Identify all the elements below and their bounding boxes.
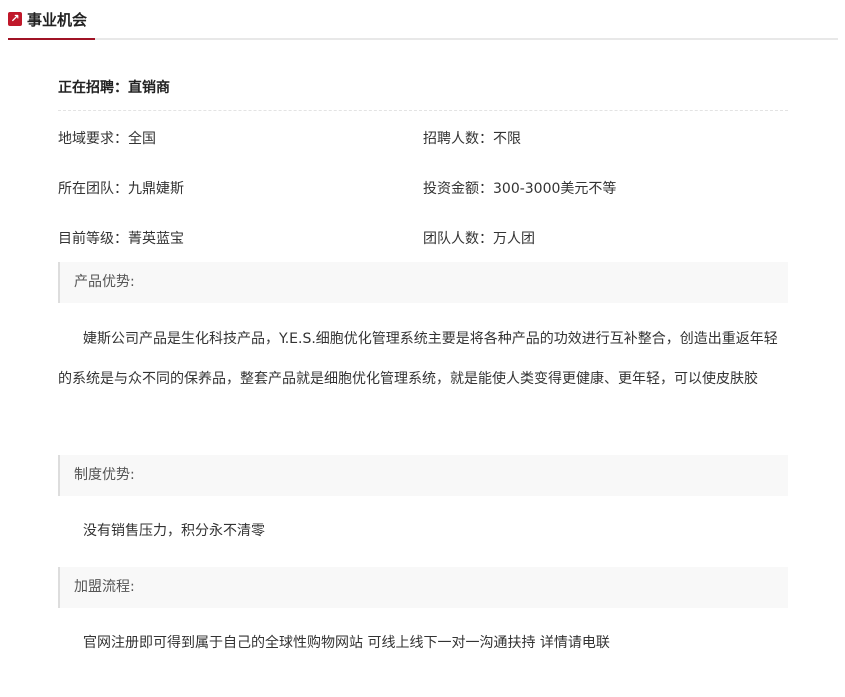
- info-label: 地域要求：: [58, 131, 128, 147]
- info-investment: 投资金额：300-3000美元不等: [423, 178, 616, 198]
- external-link-icon: ↗: [8, 12, 22, 26]
- section-heading-system: 制度优势:: [58, 455, 788, 496]
- section-header: ↗ 事业机会: [8, 8, 87, 30]
- info-value: 九鼎婕斯: [128, 181, 184, 197]
- info-label: 招聘人数：: [423, 131, 493, 147]
- header-divider: [8, 38, 838, 40]
- info-level: 目前等级：菁英蓝宝: [58, 228, 184, 248]
- info-label: 目前等级：: [58, 231, 128, 247]
- info-label: 团队人数：: [423, 231, 493, 247]
- info-headcount: 招聘人数：不限: [423, 128, 521, 148]
- info-value: 万人团: [493, 231, 535, 247]
- active-underline: [8, 38, 95, 40]
- divider: [58, 110, 788, 111]
- job-title: 正在招聘：直销商: [58, 77, 170, 97]
- section-heading-process: 加盟流程:: [58, 567, 788, 608]
- info-team-size: 团队人数：万人团: [423, 228, 535, 248]
- info-value: 300-3000美元不等: [493, 181, 616, 197]
- section-heading-product: 产品优势:: [58, 262, 788, 303]
- info-region: 地域要求：全国: [58, 128, 156, 148]
- info-team: 所在团队：九鼎婕斯: [58, 178, 184, 198]
- info-value: 菁英蓝宝: [128, 231, 184, 247]
- info-label: 所在团队：: [58, 181, 128, 197]
- section-text-process: 官网注册即可得到属于自己的全球性购物网站 可线上线下一对一沟通扶持 详情请电联: [58, 623, 788, 663]
- info-value: 不限: [493, 131, 521, 147]
- info-value: 全国: [128, 131, 156, 147]
- section-text-system: 没有销售压力，积分永不清零: [58, 511, 788, 551]
- info-label: 投资金额：: [423, 181, 493, 197]
- section-title: 事业机会: [27, 9, 87, 30]
- section-text-product: 婕斯公司产品是生化科技产品，Y.E.S.细胞优化管理系统主要是将各种产品的功效进…: [58, 319, 788, 399]
